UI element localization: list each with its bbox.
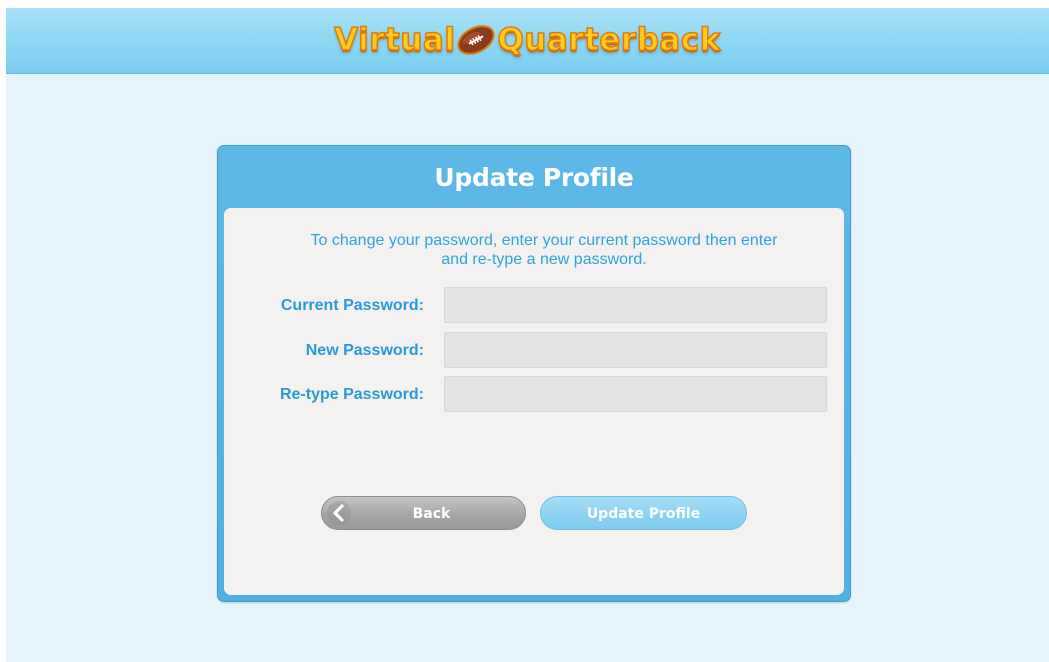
app-logo: Virtual Quarterback bbox=[6, 15, 1049, 65]
instructions-line-2: and re-type a new password. bbox=[441, 251, 647, 268]
header-bar: Virtual Quarterback bbox=[6, 8, 1049, 74]
instructions-line-1: To change your password, enter your curr… bbox=[310, 232, 778, 249]
instructions-text: To change your password, enter your curr… bbox=[264, 231, 824, 269]
new-password-row: New Password: bbox=[224, 332, 844, 370]
card-body: To change your password, enter your curr… bbox=[224, 208, 844, 595]
current-password-field[interactable] bbox=[444, 287, 827, 323]
back-button-label: Back bbox=[412, 506, 451, 522]
update-profile-button[interactable]: Update Profile bbox=[540, 496, 747, 530]
logo-word-quarterback: Quarterback bbox=[497, 21, 721, 59]
current-password-label: Current Password: bbox=[280, 297, 424, 314]
football-icon bbox=[457, 25, 496, 55]
new-password-field[interactable] bbox=[444, 332, 827, 368]
retype-password-field[interactable] bbox=[444, 376, 827, 412]
current-password-row: Current Password: bbox=[224, 287, 844, 325]
app-screen: Virtual Quarterback Update Profile To ch… bbox=[6, 8, 1049, 662]
update-profile-button-label: Update Profile bbox=[586, 506, 701, 522]
new-password-label: New Password: bbox=[305, 342, 424, 359]
retype-password-row: Re-type Password: bbox=[224, 376, 844, 414]
retype-password-label: Re-type Password: bbox=[279, 386, 424, 403]
update-profile-card: Update Profile To change your password, … bbox=[217, 145, 851, 602]
back-button[interactable]: Back bbox=[321, 496, 526, 530]
card-title: Update Profile bbox=[434, 163, 634, 192]
logo-word-virtual: Virtual bbox=[333, 21, 456, 59]
